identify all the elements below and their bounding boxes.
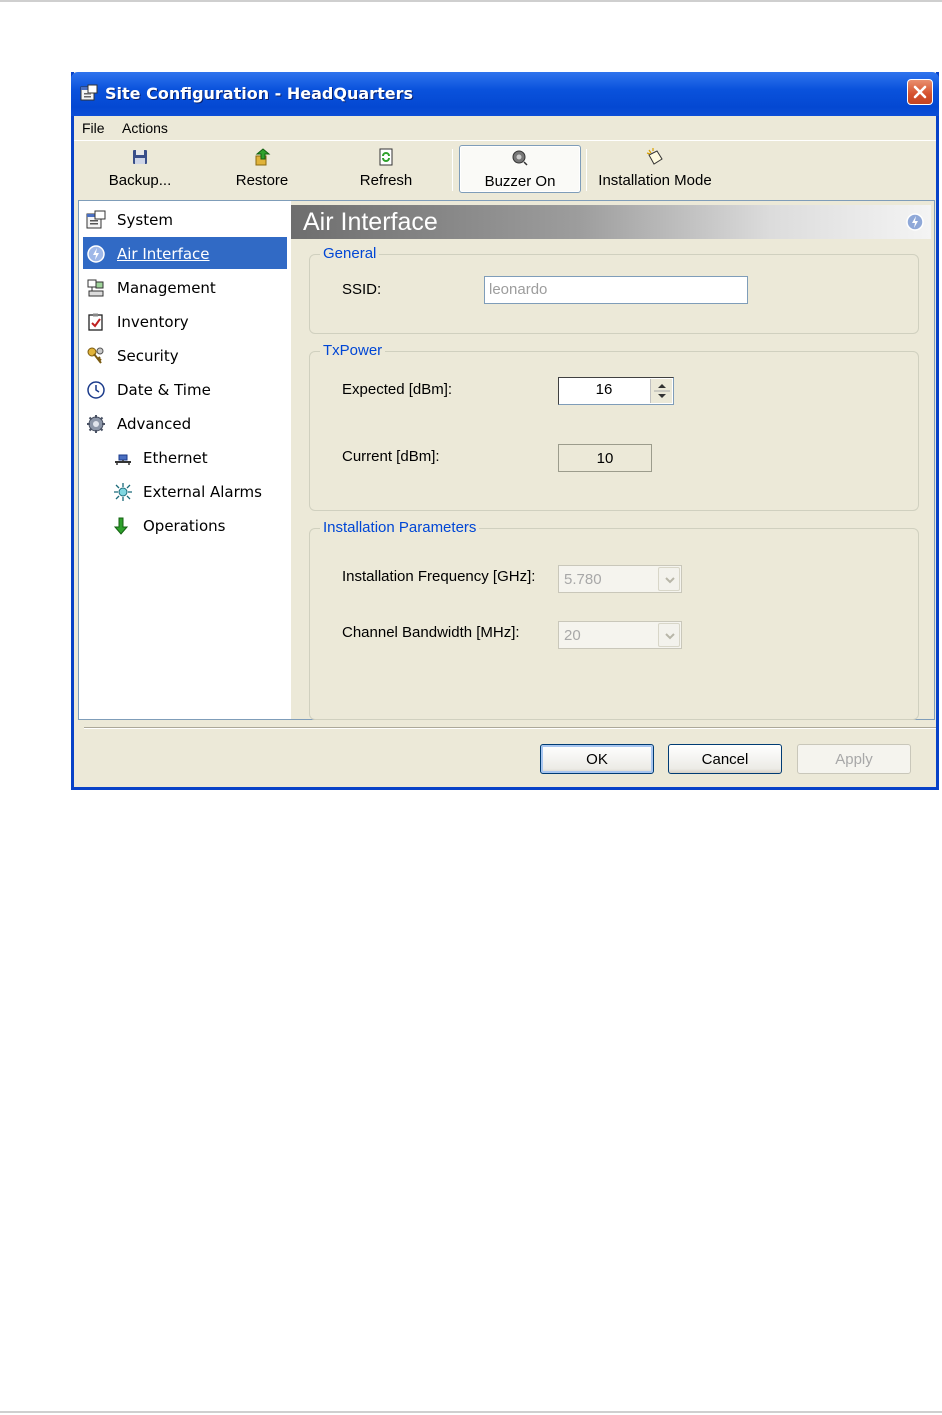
air-interface-icon bbox=[87, 245, 105, 263]
gear-icon bbox=[87, 415, 105, 433]
nav-item-management[interactable]: Management bbox=[83, 271, 287, 303]
backup-label: Backup... bbox=[108, 172, 172, 189]
installation-parameters-group: Installation Parameters Installation Fre… bbox=[309, 519, 919, 720]
dropdown-button[interactable] bbox=[658, 623, 680, 647]
nav-label-operations: Operations bbox=[143, 517, 226, 535]
nav-item-external-alarms[interactable]: External Alarms bbox=[83, 475, 287, 507]
alarm-icon bbox=[114, 483, 132, 501]
nav-item-security[interactable]: Security bbox=[83, 339, 287, 371]
chevron-down-icon bbox=[665, 577, 675, 584]
down-arrow-icon bbox=[113, 517, 129, 535]
installation-mode-icon bbox=[646, 148, 663, 165]
general-group: General SSID: leonardo bbox=[309, 245, 919, 334]
expected-dbm-value: 16 bbox=[595, 381, 613, 398]
nav-item-advanced[interactable]: Advanced bbox=[83, 407, 287, 439]
backup-button[interactable]: Backup... bbox=[98, 145, 182, 193]
txpower-group: TxPower Expected [dBm]: 16 Current [dBm]… bbox=[309, 342, 919, 511]
expected-dbm-stepper[interactable]: 16 bbox=[558, 377, 674, 405]
navigation-tree: System Air Interface Management Inventor… bbox=[78, 200, 291, 720]
close-button[interactable] bbox=[907, 79, 933, 105]
toolbar: Backup... Restore Refresh Buzzer On Inst… bbox=[74, 140, 936, 196]
ok-button[interactable]: OK bbox=[540, 744, 654, 774]
security-keys-icon bbox=[87, 347, 104, 364]
restore-label: Restore bbox=[235, 172, 289, 189]
menu-bar: File Actions bbox=[74, 116, 936, 140]
refresh-button[interactable]: Refresh bbox=[344, 145, 428, 193]
txpower-group-title: TxPower bbox=[320, 342, 386, 359]
ssid-field[interactable]: leonardo bbox=[484, 276, 748, 304]
nav-label-ethernet: Ethernet bbox=[143, 449, 208, 467]
expected-dbm-label: Expected [dBm]: bbox=[342, 381, 453, 398]
nav-label-date-time: Date & Time bbox=[117, 381, 211, 399]
installation-mode-button[interactable]: Installation Mode bbox=[592, 145, 718, 193]
restore-button[interactable]: Restore bbox=[222, 145, 302, 193]
chevron-down-icon bbox=[665, 633, 675, 640]
current-dbm-label: Current [dBm]: bbox=[342, 448, 440, 465]
close-icon bbox=[913, 85, 927, 99]
stepper-arrows-icon bbox=[654, 384, 670, 398]
nav-label-management: Management bbox=[117, 279, 216, 297]
installation-frequency-label: Installation Frequency [GHz]: bbox=[342, 568, 536, 585]
ethernet-icon bbox=[115, 454, 131, 465]
dropdown-button[interactable] bbox=[658, 567, 680, 591]
toolbar-separator bbox=[586, 149, 587, 191]
system-properties-icon bbox=[86, 210, 106, 229]
menu-actions[interactable]: Actions bbox=[122, 120, 168, 136]
refresh-icon bbox=[379, 148, 393, 166]
floppy-disk-icon bbox=[133, 150, 147, 164]
button-area-divider bbox=[84, 727, 936, 729]
nav-item-date-time[interactable]: Date & Time bbox=[83, 373, 287, 405]
restore-icon bbox=[255, 148, 271, 166]
installation-parameters-title: Installation Parameters bbox=[320, 519, 480, 536]
site-configuration-window: Site Configuration - HeadQuarters File A… bbox=[71, 72, 939, 790]
ssid-label: SSID: bbox=[342, 281, 382, 298]
nav-item-system[interactable]: System bbox=[83, 203, 287, 235]
installation-mode-label: Installation Mode bbox=[598, 172, 712, 189]
document-page: Site Configuration - HeadQuarters File A… bbox=[0, 0, 942, 1415]
nav-label-system: System bbox=[117, 211, 173, 229]
nav-label-external-alarms: External Alarms bbox=[143, 483, 262, 501]
refresh-label: Refresh bbox=[359, 172, 413, 189]
clock-icon bbox=[87, 381, 105, 399]
nav-item-ethernet[interactable]: Ethernet bbox=[83, 441, 287, 473]
app-window-icon bbox=[80, 84, 98, 101]
buzzer-on-button[interactable]: Buzzer On bbox=[459, 145, 581, 193]
stepper-buttons[interactable] bbox=[650, 379, 672, 403]
bottom-rule bbox=[0, 1411, 942, 1413]
cancel-button[interactable]: Cancel bbox=[668, 744, 782, 774]
air-interface-panel: Air Interface General SSID: leonardo TxP… bbox=[291, 200, 935, 720]
nav-item-air-interface[interactable]: Air Interface bbox=[83, 237, 287, 269]
inventory-icon bbox=[88, 313, 103, 331]
panel-header: Air Interface bbox=[291, 205, 931, 239]
general-group-title: General bbox=[320, 245, 380, 262]
menu-file[interactable]: File bbox=[82, 120, 105, 136]
installation-frequency-value: 5.780 bbox=[564, 571, 602, 588]
toolbar-separator bbox=[452, 149, 453, 191]
nav-label-advanced: Advanced bbox=[117, 415, 192, 433]
channel-bandwidth-value: 20 bbox=[564, 627, 581, 644]
air-interface-icon bbox=[906, 213, 924, 231]
speaker-icon bbox=[512, 150, 528, 166]
nav-item-operations[interactable]: Operations bbox=[83, 509, 287, 541]
title-bar[interactable]: Site Configuration - HeadQuarters bbox=[71, 72, 939, 116]
top-rule bbox=[0, 0, 942, 2]
current-dbm-value: 10 bbox=[558, 444, 652, 472]
window-title: Site Configuration - HeadQuarters bbox=[105, 84, 413, 103]
nav-label-security: Security bbox=[117, 347, 179, 365]
channel-bandwidth-label: Channel Bandwidth [MHz]: bbox=[342, 624, 520, 641]
nav-label-inventory: Inventory bbox=[117, 313, 189, 331]
nav-item-inventory[interactable]: Inventory bbox=[83, 305, 287, 337]
nav-label-air-interface: Air Interface bbox=[117, 245, 210, 263]
apply-button[interactable]: Apply bbox=[797, 744, 911, 774]
management-icon bbox=[87, 279, 104, 297]
channel-bandwidth-select[interactable]: 20 bbox=[558, 621, 682, 649]
panel-title: Air Interface bbox=[303, 208, 438, 236]
installation-frequency-select[interactable]: 5.780 bbox=[558, 565, 682, 593]
buzzer-on-label: Buzzer On bbox=[484, 173, 556, 190]
